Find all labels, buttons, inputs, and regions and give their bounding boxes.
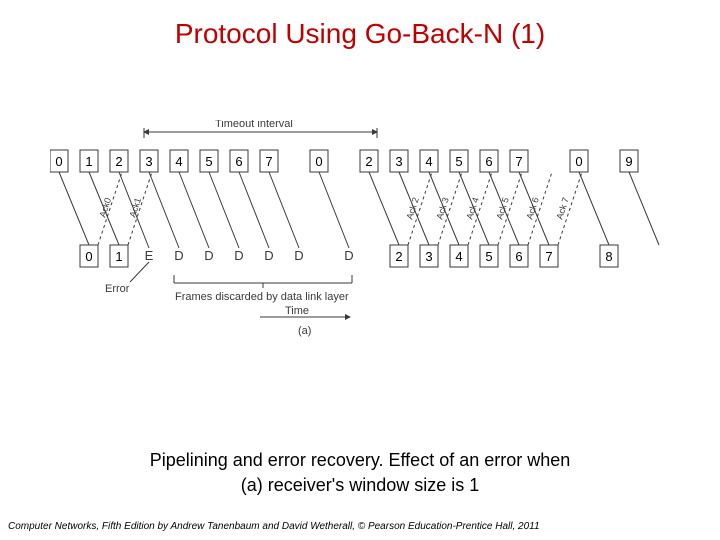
svg-text:1: 1: [85, 154, 92, 169]
svg-text:3: 3: [145, 154, 152, 169]
svg-text:9: 9: [625, 154, 632, 169]
svg-text:E: E: [145, 248, 154, 263]
svg-text:Ack 6: Ack 6: [524, 196, 540, 221]
svg-text:Ack 4: Ack 4: [464, 196, 480, 221]
svg-text:6: 6: [515, 249, 522, 264]
svg-text:D: D: [344, 248, 353, 263]
sender-row-2: 0 2 3 4 5 6 7: [310, 150, 528, 172]
svg-text:5: 5: [485, 249, 492, 264]
svg-text:2: 2: [115, 154, 122, 169]
svg-text:4: 4: [455, 249, 462, 264]
receiver-row-err: E D D D D D D: [145, 248, 354, 263]
svg-text:3: 3: [395, 154, 402, 169]
svg-text:1: 1: [115, 249, 122, 264]
sender-row-1: 0 1 2 3 4 5 6 7: [50, 150, 278, 172]
error-label: Error: [105, 283, 130, 295]
caption: Pipelining and error recovery. Effect of…: [0, 448, 720, 498]
svg-text:3: 3: [425, 249, 432, 264]
timeout-label: Timeout interval: [215, 120, 293, 130]
svg-text:5: 5: [455, 154, 462, 169]
svg-text:2: 2: [365, 154, 372, 169]
svg-text:D: D: [204, 248, 213, 263]
svg-text:7: 7: [265, 154, 272, 169]
svg-text:Ack 2: Ack 2: [404, 196, 420, 221]
time-label: Time: [285, 305, 309, 317]
svg-text:0: 0: [55, 154, 62, 169]
svg-text:D: D: [174, 248, 183, 263]
discard-label: Frames discarded by data link layer: [175, 291, 349, 303]
svg-text:Ack 7: Ack 7: [554, 196, 570, 221]
svg-text:8: 8: [605, 249, 612, 264]
svg-text:0: 0: [315, 154, 322, 169]
ack-lines: [98, 172, 582, 245]
receiver-row-2: 2 3 4 5 6 7 8: [390, 245, 618, 267]
ack-labels: Ack0 Ack1 Ack 2 Ack 3 Ack 4 Ack 5 Ack 6 …: [97, 196, 570, 221]
svg-text:6: 6: [485, 154, 492, 169]
svg-text:Ack 3: Ack 3: [434, 196, 450, 221]
svg-text:7: 7: [545, 249, 552, 264]
receiver-row-ok: 0 1: [80, 245, 128, 267]
svg-text:Ack0: Ack0: [97, 196, 113, 218]
svg-text:0: 0: [85, 249, 92, 264]
sender-row-3: 0 9: [570, 150, 638, 172]
svg-text:7: 7: [515, 154, 522, 169]
diagram-go-back-n: Timeout interval 0 1 2 3 4 5 6 7 0 2 3 4…: [50, 120, 670, 340]
svg-text:4: 4: [175, 154, 182, 169]
svg-text:D: D: [234, 248, 243, 263]
footer-citation: Computer Networks, Fifth Edition by Andr…: [8, 521, 540, 532]
svg-text:5: 5: [205, 154, 212, 169]
svg-text:D: D: [294, 248, 303, 263]
subfig-label: (a): [298, 325, 311, 337]
svg-text:0: 0: [575, 154, 582, 169]
svg-text:4: 4: [425, 154, 432, 169]
svg-text:Ack 5: Ack 5: [494, 196, 510, 221]
page-title: Protocol Using Go-Back-N (1): [0, 0, 720, 50]
svg-text:D: D: [264, 248, 273, 263]
svg-text:2: 2: [395, 249, 402, 264]
svg-text:6: 6: [235, 154, 242, 169]
